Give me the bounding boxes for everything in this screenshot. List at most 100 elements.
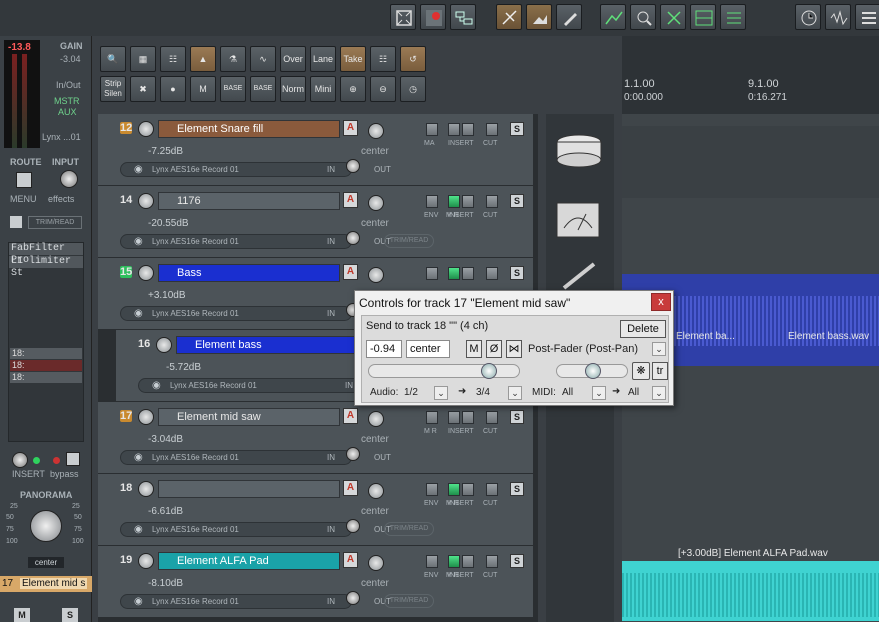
close-icon[interactable]: x (651, 293, 671, 311)
send-item[interactable]: 18: (10, 360, 82, 371)
io-knob[interactable] (346, 591, 360, 605)
pan-knob[interactable] (368, 195, 384, 211)
inout-label[interactable]: In/Out (56, 80, 81, 90)
env-button[interactable] (426, 267, 438, 280)
volume-knob[interactable] (138, 121, 154, 137)
solo-button[interactable]: S (510, 266, 524, 280)
trim-read-button[interactable]: TRIM/READ (28, 216, 82, 229)
clock-icon[interactable]: ◷ (400, 76, 426, 102)
timeline-ruler[interactable]: 1.1.00 0:00.000 9.1.00 0:16.271 (622, 76, 879, 114)
fx-icon[interactable]: ◉ (134, 452, 143, 463)
volume-knob[interactable] (156, 337, 172, 353)
input-device-label[interactable]: Lynx AES16e Record 01 (152, 309, 239, 318)
send-phase-button[interactable]: Ø (486, 340, 502, 358)
envelope-icon[interactable]: ∿ (250, 46, 276, 72)
insert-button[interactable] (448, 195, 460, 208)
trim-read-button[interactable]: TRIM/READ (384, 522, 434, 536)
list-icon[interactable] (855, 4, 879, 30)
input-device-label[interactable]: Lynx AES16e Record 01 (152, 165, 239, 174)
env-button[interactable] (426, 411, 438, 424)
io-knob[interactable] (346, 447, 360, 461)
loop-icon[interactable]: ↺ (400, 46, 426, 72)
grid-lines-icon[interactable]: ☷ (370, 46, 396, 72)
fx-icon[interactable]: ◉ (134, 236, 143, 247)
send-mute-button[interactable]: M (466, 340, 482, 358)
automation-button[interactable] (10, 216, 22, 228)
zoom-icon[interactable] (630, 4, 656, 30)
send-item[interactable]: 18: (10, 348, 82, 359)
bass-item-label[interactable]: Element bass.wav (788, 331, 869, 342)
cut-button[interactable] (486, 195, 498, 208)
input-device-label[interactable]: Lynx AES16e Record 01 (152, 525, 239, 534)
volume-knob[interactable] (138, 193, 154, 209)
track-row[interactable]: 18 -6.61dB ◉ Lynx AES16e Record 01 IN OUT TRIM… (98, 474, 533, 546)
audio-source-select[interactable]: 1/2 (404, 386, 418, 402)
crop-icon[interactable] (526, 4, 552, 30)
chevron-down-icon[interactable]: ⌄ (592, 386, 606, 400)
volume-fader-thumb[interactable] (481, 363, 497, 379)
pan-knob[interactable] (30, 510, 62, 542)
pan-knob[interactable] (368, 123, 384, 139)
fx-item[interactable]: FabFilter Pro (9, 243, 83, 266)
settings-icon[interactable]: ❋ (632, 362, 650, 380)
route-button[interactable] (16, 172, 32, 188)
pan-knob[interactable] (368, 555, 384, 571)
env-button[interactable] (426, 483, 438, 496)
glue-icon[interactable] (496, 4, 522, 30)
mixer-icon[interactable]: ☷ (160, 46, 186, 72)
quantize-icon[interactable] (720, 4, 746, 30)
search-icon[interactable]: 🔍 (100, 46, 126, 72)
pan-knob[interactable] (368, 411, 384, 427)
bypass-button[interactable] (66, 452, 80, 466)
base-button[interactable]: BASE (250, 76, 276, 102)
full-screen-icon[interactable] (390, 4, 416, 30)
fx-icon[interactable]: ◉ (134, 164, 143, 175)
stereo-icon[interactable]: ⋈ (506, 340, 522, 358)
insert-button[interactable] (448, 411, 460, 424)
insert-button[interactable] (462, 123, 474, 136)
base-button[interactable]: BASE (220, 76, 246, 102)
insert-button[interactable] (462, 483, 474, 496)
track-name[interactable]: Element Snare fill (158, 120, 340, 138)
track-name[interactable]: Bass (158, 264, 340, 282)
send-mode-select[interactable]: Post-Fader (Post-Pan) (528, 342, 638, 358)
env-button[interactable] (426, 123, 438, 136)
mini-button[interactable]: Mini (310, 76, 336, 102)
env-button[interactable] (426, 195, 438, 208)
pan-knob[interactable] (368, 267, 384, 283)
zoom-in-icon[interactable]: ⊕ (340, 76, 366, 102)
insert-button[interactable] (462, 267, 474, 280)
send-volume-field[interactable]: -0.94 (366, 340, 402, 358)
track-row[interactable]: 14 1176 -20.55dB ◉ Lynx AES16e Record 01 IN OU… (98, 186, 533, 258)
input-device-label[interactable]: Lynx AES16e Record 01 (170, 381, 257, 390)
metronome-icon[interactable]: ▲ (190, 46, 216, 72)
input-knob[interactable] (60, 170, 78, 188)
audio-dest-select[interactable]: 3/4 (476, 386, 490, 402)
cut-button[interactable] (486, 411, 498, 424)
automation-button[interactable]: A (343, 408, 358, 424)
insert-knob[interactable] (12, 452, 28, 468)
send-item[interactable]: 18: (10, 372, 82, 383)
track-row[interactable]: 12 Element Snare fill -7.25dB ◉ Lynx AES16e … (98, 114, 533, 186)
io-knob[interactable] (346, 159, 360, 173)
automation-button[interactable]: A (343, 552, 358, 568)
track-name[interactable]: Element ALFA Pad (158, 552, 340, 570)
insert-button[interactable] (448, 123, 460, 136)
delete-send-button[interactable]: Delete (620, 320, 666, 338)
insert-button[interactable] (448, 555, 460, 568)
record-arm-icon[interactable] (420, 4, 446, 30)
input-device-label[interactable]: Lynx AES16e Record 01 (152, 453, 239, 462)
pencil-icon[interactable] (556, 4, 582, 30)
mstr-label[interactable]: MSTR (54, 96, 80, 106)
mixer-track-name-bar[interactable]: 17 Element mid s (0, 576, 92, 592)
fx-icon[interactable]: ◉ (134, 596, 143, 607)
delete-icon[interactable]: ✖ (130, 76, 156, 102)
pan-fader-thumb[interactable] (585, 363, 601, 379)
insert-button[interactable] (448, 483, 460, 496)
solo-button[interactable]: S (510, 482, 524, 496)
volume-knob[interactable] (138, 553, 154, 569)
io-knob[interactable] (346, 519, 360, 533)
automation-button[interactable]: A (343, 120, 358, 136)
routing-icon[interactable]: ⚗ (220, 46, 246, 72)
volume-knob[interactable] (138, 265, 154, 281)
